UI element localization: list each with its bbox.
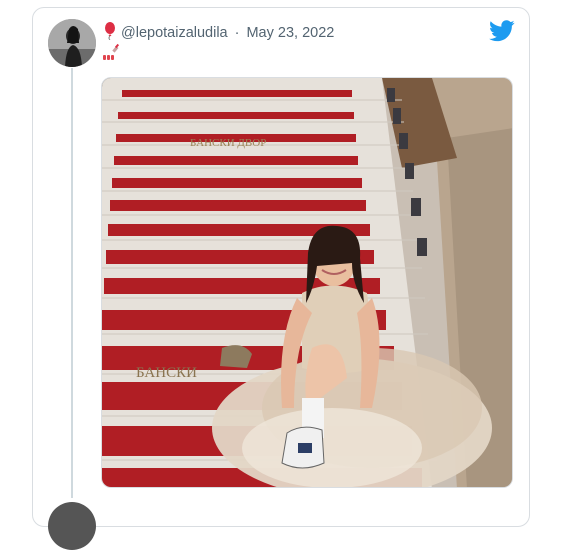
header-separator: · (234, 25, 240, 41)
bio-emoji-line (101, 43, 121, 66)
balloon-emoji-icon (103, 22, 117, 44)
stair-inscription: БАНСКИ ДВОР (190, 137, 266, 149)
stair-inscription-lower: БАНСКИ (136, 365, 197, 381)
twitter-bird-icon[interactable] (489, 20, 515, 42)
next-tweet-avatar[interactable] (48, 502, 96, 550)
lipstick-icon (101, 43, 121, 66)
thread-line (71, 68, 73, 498)
avatar[interactable] (48, 19, 96, 67)
user-handle[interactable]: @lepotaizaludila (121, 25, 228, 41)
tweet-date[interactable]: May 23, 2022 (246, 25, 334, 41)
tweet-photo[interactable]: БАНСКИ ДВОР БАНСКИ (101, 77, 513, 488)
tweet-header: @lepotaizaludila · May 23, 2022 (103, 22, 334, 44)
